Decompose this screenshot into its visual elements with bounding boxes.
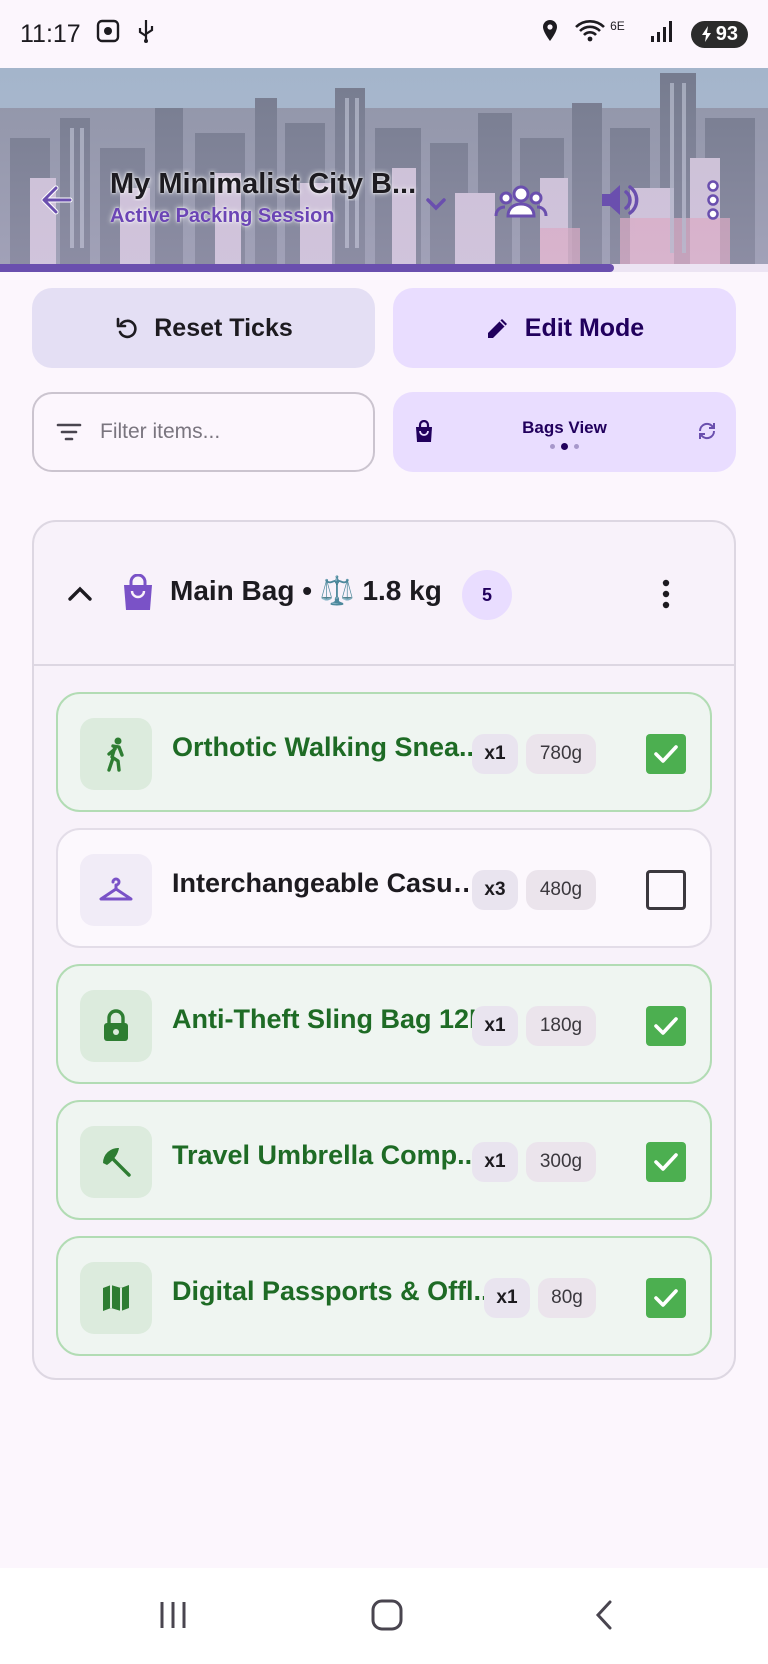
packing-progress-bar — [0, 264, 768, 272]
list-item[interactable]: Anti-Theft Sling Bag 12L x1 180g — [56, 964, 712, 1084]
status-time: 11:17 — [20, 19, 81, 48]
view-toggle-button[interactable]: Bags View — [393, 392, 736, 472]
bag-name: Main Bag • ⚖️ 1.8 kg — [170, 575, 442, 606]
pencil-icon — [487, 319, 507, 338]
screenshot-icon — [95, 18, 121, 51]
quantity-chip: x3 — [472, 870, 518, 910]
trip-title-block[interactable]: My Minimalist City B... Active Packing S… — [110, 168, 420, 228]
view-page-indicator — [393, 443, 736, 450]
header-toolbar: My Minimalist City B... Active Packing S… — [0, 164, 768, 244]
edit-mode-button[interactable]: Edit Mode — [393, 288, 736, 368]
battery-icon: 93 — [690, 20, 748, 48]
check-icon — [654, 745, 678, 763]
group-icon — [494, 185, 548, 218]
trip-header: My Minimalist City B... Active Packing S… — [0, 68, 768, 264]
wifi-icon — [574, 18, 606, 51]
packed-checkbox[interactable] — [646, 1006, 686, 1046]
page-dot — [574, 444, 579, 449]
packed-checkbox[interactable] — [646, 734, 686, 774]
view-mode-label: Bags View — [522, 418, 607, 437]
list-item[interactable]: Digital Passports & Offl... x1 80g — [56, 1236, 712, 1356]
packing-progress-fill — [0, 264, 615, 272]
quantity-chip: x1 — [472, 1006, 518, 1046]
page-dot — [550, 444, 555, 449]
home-button[interactable] — [370, 1598, 404, 1632]
item-name: Anti-Theft Sling Bag 12L — [172, 1004, 486, 1034]
system-nav-bar — [0, 1568, 768, 1664]
weight-chip: 300g — [526, 1142, 596, 1182]
packed-checkbox[interactable] — [646, 1142, 686, 1182]
item-name: Orthotic Walking Snea... — [172, 732, 482, 762]
recent-apps-button[interactable] — [156, 1598, 190, 1632]
shopping-bag-icon — [124, 574, 152, 610]
chevron-down-icon — [426, 198, 446, 211]
session-subtitle: Active Packing Session — [110, 205, 335, 227]
network-type: 6E — [610, 19, 625, 33]
bag-header[interactable]: Main Bag • ⚖️ 1.8 kg 5 — [34, 522, 734, 666]
check-icon — [654, 1017, 678, 1035]
list-item[interactable]: Orthotic Walking Snea... x1 780g — [56, 692, 712, 812]
check-icon — [654, 1153, 678, 1171]
chevron-up-icon[interactable] — [64, 578, 96, 610]
sound-toggle-button[interactable] — [596, 178, 640, 222]
header-more-button[interactable] — [698, 178, 728, 222]
packed-checkbox[interactable] — [646, 870, 686, 910]
edit-mode-label: Edit Mode — [524, 313, 645, 342]
umbrella-icon — [80, 1126, 152, 1198]
sync-icon — [698, 422, 716, 440]
quantity-chip: x1 — [472, 1142, 518, 1182]
more-vert-icon — [707, 180, 719, 220]
reset-ticks-button[interactable]: Reset Ticks — [32, 288, 375, 368]
hanger-icon — [80, 854, 152, 926]
filter-field[interactable] — [32, 392, 375, 472]
quantity-chip: x1 — [472, 734, 518, 774]
list-item[interactable]: Interchangeable Casua... x3 480g — [56, 828, 712, 948]
walking-icon — [80, 718, 152, 790]
weight-chip: 80g — [538, 1278, 596, 1318]
trip-switch-button[interactable] — [422, 190, 450, 218]
quantity-chip: x1 — [484, 1278, 530, 1318]
battery-level: 93 — [715, 22, 738, 45]
list-item[interactable]: Travel Umbrella Comp... x1 300g — [56, 1100, 712, 1220]
check-icon — [654, 1289, 678, 1307]
trip-title: My Minimalist City B... — [110, 168, 417, 200]
bag-card: Main Bag • ⚖️ 1.8 kg 5 Orthotic Walking … — [32, 520, 736, 1380]
item-name: Interchangeable Casua... — [172, 868, 488, 898]
arrow-back-icon — [41, 185, 73, 215]
group-button[interactable] — [494, 182, 548, 222]
map-icon — [80, 1262, 152, 1334]
usb-icon — [135, 18, 157, 51]
item-name: Travel Umbrella Comp... — [172, 1140, 480, 1170]
reset-icon — [116, 317, 137, 339]
page-dot-active — [561, 443, 568, 450]
packed-checkbox[interactable] — [646, 1278, 686, 1318]
weight-chip: 780g — [526, 734, 596, 774]
location-icon — [540, 18, 560, 51]
signal-icon — [649, 18, 677, 51]
weight-chip: 480g — [526, 870, 596, 910]
reset-ticks-label: Reset Ticks — [154, 313, 293, 342]
back-nav-button[interactable] — [588, 1598, 622, 1632]
filter-row: Bags View — [32, 392, 736, 472]
more-vert-icon[interactable] — [650, 578, 682, 610]
filter-input[interactable] — [100, 420, 340, 444]
volume-icon — [602, 185, 639, 215]
lock-icon — [80, 990, 152, 1062]
back-button[interactable] — [36, 180, 76, 220]
action-buttons: Reset Ticks Edit Mode — [32, 288, 736, 368]
item-count-badge: 5 — [462, 570, 512, 620]
status-bar: 11:17 6E 93 — [0, 0, 768, 68]
weight-chip: 180g — [526, 1006, 596, 1046]
filter-icon — [56, 423, 82, 441]
item-name: Digital Passports & Offl... — [172, 1276, 497, 1306]
